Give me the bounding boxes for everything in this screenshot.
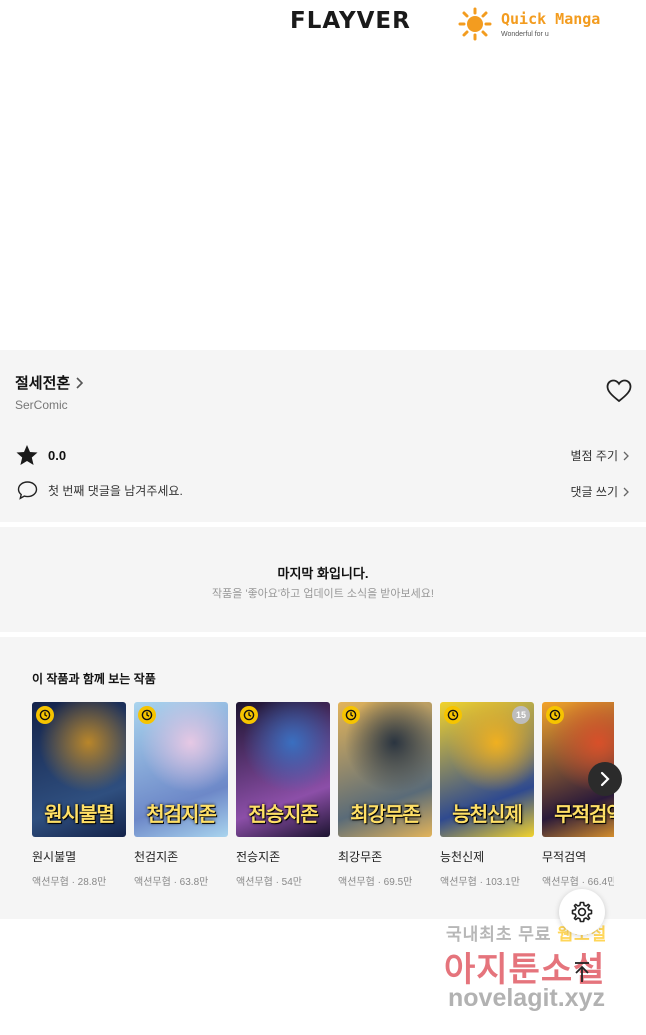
age-rating-badge: 15 xyxy=(512,706,530,724)
scroll-top-button[interactable] xyxy=(568,958,596,986)
card-meta: 액션무협 · 69.5만 xyxy=(338,877,413,888)
flayver-logo[interactable]: FLAYVER xyxy=(290,8,411,34)
card-title[interactable]: 천검지존 xyxy=(134,848,228,865)
cover-title-art: 최강무존 xyxy=(350,802,421,826)
chevron-right-icon xyxy=(76,376,84,389)
card-meta: 액션무협 · 54만 xyxy=(236,877,303,888)
card-title[interactable]: 능천신제 xyxy=(440,848,534,865)
clock-icon xyxy=(546,706,564,724)
recommendation-card[interactable]: 전승지존 전승지존 액션무협 · 54만 xyxy=(236,702,330,888)
card-meta: 액션무협 · 63.8만 xyxy=(134,877,209,888)
quickmanga-tagline: Wonderful for u xyxy=(501,31,549,38)
work-title: 절세전혼 xyxy=(15,375,71,392)
cover-image[interactable]: 최강무존 xyxy=(338,702,432,837)
settings-button[interactable] xyxy=(559,889,605,935)
card-title[interactable]: 원시불멸 xyxy=(32,848,126,865)
cover-image[interactable]: 15 능천신제 xyxy=(440,702,534,837)
cover-title-art: 능천신제 xyxy=(452,802,523,826)
heart-icon[interactable] xyxy=(606,379,632,403)
write-comment-label: 댓글 쓰기 xyxy=(570,485,619,499)
recommendation-card[interactable]: 천검지존 천검지존 액션무협 · 63.8만 xyxy=(134,702,228,888)
top-ad-banner: FLAYVER Quick Manga Wonderful for u xyxy=(0,0,646,350)
work-author: SerComic xyxy=(15,398,68,412)
arrow-up-icon xyxy=(575,962,589,982)
watermark-line3: novelagit.xyz xyxy=(448,984,605,1012)
recommendation-card[interactable]: 15 능천신제 능천신제 액션무협 · 103.1만 xyxy=(440,702,534,888)
speech-bubble-icon xyxy=(17,481,38,500)
last-episode-title: 마지막 화입니다. xyxy=(277,566,369,581)
cover-image[interactable]: 전승지존 xyxy=(236,702,330,837)
comment-prompt-row: 첫 번째 댓글을 남겨주세요. xyxy=(17,480,183,500)
clock-icon xyxy=(36,706,54,724)
chevron-right-icon xyxy=(623,487,629,496)
card-meta: 액션무협 · 28.8만 xyxy=(32,877,107,888)
chevron-right-icon xyxy=(600,771,610,787)
quickmanga-logo[interactable]: Quick Manga Wonderful for u xyxy=(458,4,628,44)
clock-icon xyxy=(138,706,156,724)
comment-prompt-text: 첫 번째 댓글을 남겨주세요. xyxy=(48,483,183,498)
clock-icon xyxy=(444,706,462,724)
work-info-section: 절세전혼 SerComic 0.0 별점 주기 첫 번째 댓글을 남겨주세요. … xyxy=(0,350,646,522)
work-title-link[interactable]: 절세전혼 xyxy=(15,372,84,393)
cover-image[interactable]: 천검지존 xyxy=(134,702,228,837)
cover-title-art: 천검지존 xyxy=(146,802,217,826)
clock-icon xyxy=(342,706,360,724)
cover-title-art: 전승지존 xyxy=(248,802,319,826)
recommendation-card[interactable]: 원시불멸 원시불멸 액션무협 · 28.8만 xyxy=(32,702,126,888)
rate-button-label: 별점 주기 xyxy=(570,449,619,463)
card-title[interactable]: 전승지존 xyxy=(236,848,330,865)
last-episode-subtitle: 작품을 '좋아요'하고 업데이트 소식을 받아보세요! xyxy=(212,588,434,600)
last-episode-notice: 마지막 화입니다. 작품을 '좋아요'하고 업데이트 소식을 받아보세요! xyxy=(0,527,646,632)
star-icon xyxy=(16,445,38,465)
recommendations-section: 이 작품과 함께 보는 작품 원시불멸 원시불멸 액션무협 · 28.8만 천검지존 천… xyxy=(0,637,646,919)
recommendation-card[interactable]: 최강무존 최강무존 액션무협 · 69.5만 xyxy=(338,702,432,888)
write-comment-button[interactable]: 댓글 쓰기 xyxy=(571,483,630,500)
sun-icon xyxy=(458,7,492,41)
carousel-next-button[interactable] xyxy=(588,762,622,796)
card-title[interactable]: 최강무존 xyxy=(338,848,432,865)
clock-icon xyxy=(240,706,258,724)
chevron-right-icon xyxy=(623,451,629,460)
quickmanga-title: Quick Manga xyxy=(501,10,601,28)
gear-icon xyxy=(571,901,593,923)
cover-image[interactable]: 원시불멸 xyxy=(32,702,126,837)
recommendations-heading: 이 작품과 함께 보는 작품 xyxy=(32,672,156,686)
watermark: 국내최초 무료 웹소설 아지툰소설 novelagit.xyz xyxy=(440,918,640,1028)
cover-title-art: 원시불멸 xyxy=(44,802,115,826)
rating-display: 0.0 xyxy=(15,444,66,466)
card-meta: 액션무협 · 103.1만 xyxy=(440,877,520,888)
rate-button[interactable]: 별점 주기 xyxy=(571,447,630,464)
rating-value: 0.0 xyxy=(48,447,67,463)
